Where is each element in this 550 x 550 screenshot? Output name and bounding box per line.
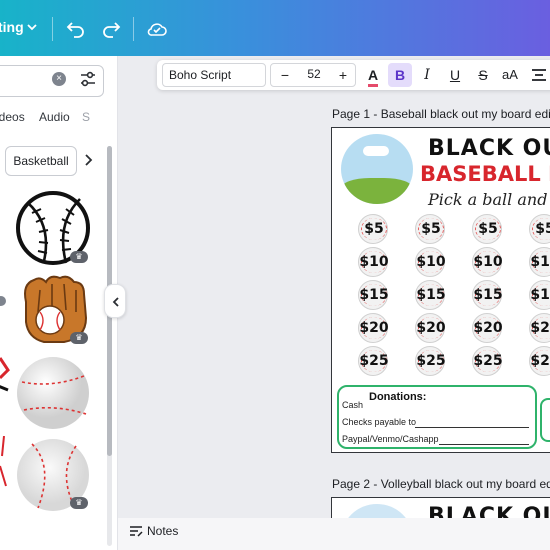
- ball-amount: $15: [416, 287, 446, 303]
- chevron-right-icon[interactable]: [82, 152, 94, 168]
- top-bar: ting: [0, 0, 550, 56]
- letter-case-button[interactable]: aA: [498, 63, 522, 87]
- ball-amount: $20: [359, 320, 389, 336]
- redo-icon[interactable]: [99, 17, 123, 41]
- text-color-icon: A: [367, 66, 379, 87]
- board-ball-cell[interactable]: $15: [358, 280, 389, 310]
- suggestion-chip-basketball[interactable]: Basketball: [5, 146, 77, 176]
- ball-amount: $25: [359, 353, 389, 369]
- board-title-red[interactable]: BASEBALL FU: [420, 162, 550, 186]
- editor-window: ting × ideos Audio S Basketball: [0, 0, 550, 550]
- board-subtitle[interactable]: Pick a ball and p: [428, 190, 550, 209]
- board-ball-cell[interactable]: $5: [529, 214, 550, 244]
- ball-amount: $25: [473, 353, 503, 369]
- board-ball-cell[interactable]: $25: [415, 346, 446, 376]
- board-ball-cell[interactable]: $15: [415, 280, 446, 310]
- tab-videos[interactable]: ideos: [0, 110, 25, 124]
- fill-in-line: [415, 427, 529, 428]
- ball-amount: $10: [473, 254, 503, 270]
- toolbar-divider: [133, 17, 134, 41]
- board-ball-cell[interactable]: $20: [358, 313, 389, 343]
- font-size-input[interactable]: 52: [301, 67, 327, 81]
- italic-button[interactable]: I: [415, 63, 439, 87]
- donations-checks: Checks payable to: [342, 417, 417, 427]
- collapse-panel-button[interactable]: [104, 284, 126, 318]
- premium-crown-icon: ♛: [70, 332, 88, 344]
- ball-amount: $15: [359, 287, 389, 303]
- editing-mode-label[interactable]: ting: [0, 19, 24, 35]
- align-icon[interactable]: [527, 63, 550, 87]
- premium-crown-icon: ♛: [70, 497, 88, 509]
- bottom-bar: [118, 518, 550, 550]
- board-title[interactable]: BLACK OUT: [428, 136, 550, 161]
- premium-crown-icon: ♛: [70, 251, 88, 263]
- ball-amount: $5: [535, 221, 550, 237]
- board-ball-cell[interactable]: $5: [415, 214, 445, 244]
- donations-cash: Cash: [342, 400, 364, 410]
- board-ball-cell[interactable]: $25: [472, 346, 503, 376]
- ball-amount: $20: [416, 320, 446, 336]
- ball-amount: $25: [416, 353, 446, 369]
- underline-button[interactable]: U: [443, 63, 467, 87]
- clear-search-icon[interactable]: ×: [52, 72, 66, 86]
- tab-audio[interactable]: Audio: [39, 110, 70, 124]
- board-ball-cell[interactable]: $10: [472, 247, 503, 277]
- ball-amount: $5: [478, 221, 498, 237]
- donations-title: Donations:: [369, 391, 427, 403]
- ball-amount: $5: [421, 221, 441, 237]
- ball-amount: $10: [530, 254, 550, 270]
- elements-panel: × ideos Audio S Basketball ♛: [0, 56, 118, 550]
- board-ball-cell[interactable]: $20: [472, 313, 503, 343]
- notes-icon[interactable]: [128, 523, 144, 539]
- cloud-saved-icon[interactable]: [145, 17, 169, 41]
- ball-amount: $20: [530, 320, 550, 336]
- ball-amount: $15: [530, 287, 550, 303]
- board-ball-cell[interactable]: $10: [529, 247, 550, 277]
- ball-amount: $25: [530, 353, 550, 369]
- board-ball-cell[interactable]: $10: [358, 247, 389, 277]
- board-ball-cell[interactable]: $5: [358, 214, 388, 244]
- undo-icon[interactable]: [64, 17, 88, 41]
- donations-box[interactable]: Donations: Cash Checks payable to Paypal…: [337, 385, 537, 449]
- board-ball-cell[interactable]: $25: [358, 346, 389, 376]
- ball-amount: $10: [416, 254, 446, 270]
- toolbar-divider: [52, 17, 53, 41]
- secondary-box: [540, 398, 550, 442]
- increase-font-size-button[interactable]: +: [333, 66, 353, 84]
- board-ball-cell[interactable]: $20: [415, 313, 446, 343]
- page-1-canvas[interactable]: BLACK OUT BASEBALL FU Pick a ball and p …: [331, 127, 550, 453]
- board-ball-cell[interactable]: $10: [415, 247, 446, 277]
- baseball-realistic-asset[interactable]: [14, 354, 92, 432]
- decrease-font-size-button[interactable]: −: [275, 66, 295, 84]
- chevron-down-icon[interactable]: [25, 20, 39, 34]
- ball-amount: $15: [473, 287, 503, 303]
- strikethrough-button[interactable]: S: [471, 63, 495, 87]
- board-ball-cell[interactable]: $15: [529, 280, 550, 310]
- board-ball-cell[interactable]: $25: [529, 346, 550, 376]
- notes-button[interactable]: Notes: [147, 524, 178, 538]
- fill-in-line: [439, 444, 529, 445]
- filter-icon[interactable]: [78, 69, 98, 89]
- chevron-left-icon: [112, 297, 119, 307]
- text-toolbar: Boho Script − 52 + A B I U S aA: [157, 60, 550, 90]
- board-ball-cell[interactable]: $5: [472, 214, 502, 244]
- partial-asset: [0, 357, 10, 392]
- text-color-button[interactable]: A: [361, 63, 385, 87]
- font-family-select[interactable]: Boho Script: [162, 63, 266, 87]
- page-2-title[interactable]: Page 2 - Volleyball black out my board e…: [332, 477, 550, 491]
- baseball-field-image[interactable]: [341, 134, 413, 204]
- tab-more[interactable]: S: [82, 110, 90, 124]
- font-size-stepper: − 52 +: [270, 63, 356, 87]
- board-ball-cell[interactable]: $20: [529, 313, 550, 343]
- board-ball-cell[interactable]: $15: [472, 280, 503, 310]
- partial-asset: [0, 436, 7, 487]
- page-1-title[interactable]: Page 1 - Baseball black out my board edi…: [332, 107, 550, 121]
- donations-apps: Paypal/Venmo/Cashapp: [342, 434, 439, 444]
- ball-amount: $10: [359, 254, 389, 270]
- asset-badge-partial: [0, 296, 6, 306]
- ball-amount: $5: [364, 221, 384, 237]
- bold-button[interactable]: B: [388, 63, 412, 87]
- ball-amount: $20: [473, 320, 503, 336]
